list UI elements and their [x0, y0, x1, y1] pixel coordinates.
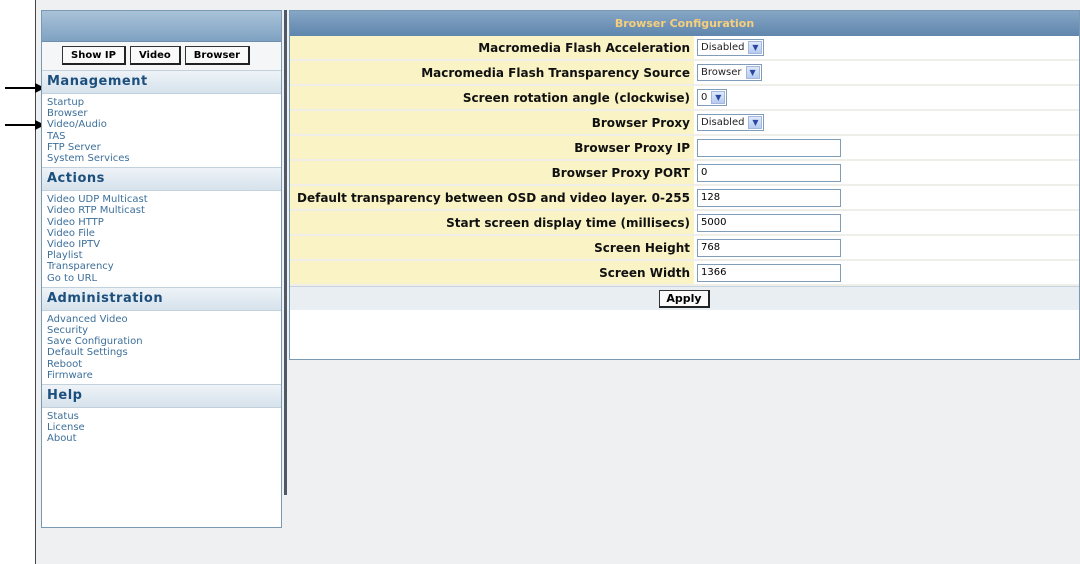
apply-bar: Apply [290, 286, 1079, 310]
sidebar-item-ftp-server[interactable]: FTP Server [47, 142, 281, 153]
browser-configuration-panel: Browser Configuration Macromedia Flash A… [289, 10, 1080, 360]
sidebar-item-advanced-video[interactable]: Advanced Video [47, 314, 281, 325]
start-screen-display-time-millisecs-input[interactable] [697, 213, 841, 232]
config-control-cell [694, 235, 1079, 261]
browser-proxy-select[interactable]: Disabled ▼ [697, 114, 765, 131]
config-label: Macromedia Flash Transparency Source [290, 60, 694, 86]
section-header-help: Help [42, 384, 281, 409]
screen-height-input[interactable] [697, 238, 841, 257]
config-label: Browser Proxy [290, 110, 694, 136]
sidebar-item-default-settings[interactable]: Default Settings [47, 347, 281, 358]
sidebar-item-transparency[interactable]: Transparency [47, 261, 281, 272]
sidebar-item-license[interactable]: License [47, 422, 281, 433]
section-items-administration: Advanced Video Security Save Configuration… [42, 311, 281, 384]
config-row-screen-width: Screen Width [290, 260, 1079, 286]
section-header-administration: Administration [42, 286, 281, 311]
config-row-screen-rotation-angle-clockwise: Screen rotation angle (clockwise) 0 ▼ [290, 85, 1079, 111]
sidebar-item-tas[interactable]: TAS [47, 131, 281, 142]
config-label: Screen Height [290, 235, 694, 261]
select-value: Disabled [701, 42, 745, 53]
chevron-down-icon[interactable]: ▼ [748, 116, 763, 129]
sidebar-item-browser[interactable]: Browser [47, 108, 281, 119]
config-control-cell [694, 160, 1079, 186]
config-label: Screen rotation angle (clockwise) [290, 85, 694, 111]
config-label: Macromedia Flash Acceleration [290, 36, 694, 61]
apply-button[interactable]: Apply [659, 290, 710, 308]
sidebar: Show IP Video Browser Management Startup B… [41, 10, 282, 528]
chevron-down-icon[interactable]: ▼ [711, 91, 726, 104]
callout-arrow-management [5, 83, 45, 93]
config-control-cell [694, 135, 1079, 161]
config-label: Browser Proxy IP [290, 135, 694, 161]
sidebar-header [42, 11, 281, 42]
section-items-actions: Video UDP Multicast Video RTP Multicast Vi… [42, 191, 281, 287]
macromedia-flash-transparency-source-select[interactable]: Browser ▼ [697, 64, 762, 81]
browser-proxy-port-input[interactable] [697, 163, 841, 182]
config-label: Screen Width [290, 260, 694, 286]
sidebar-item-about[interactable]: About [47, 433, 281, 444]
select-value: 0 [701, 92, 708, 103]
config-control-cell: Disabled ▼ [694, 36, 1079, 61]
section-header-actions: Actions [42, 167, 281, 192]
sidebar-item-video-audio[interactable]: Video/Audio [47, 119, 281, 130]
config-row-start-screen-display-time-millisecs: Start screen display time (millisecs) [290, 210, 1079, 236]
sidebar-item-video-udp-multicast[interactable]: Video UDP Multicast [47, 194, 281, 205]
sidebar-item-status[interactable]: Status [47, 411, 281, 422]
section-header-management: Management [42, 70, 281, 94]
config-control-cell: Browser ▼ [694, 60, 1079, 86]
sidebar-item-save-configuration[interactable]: Save Configuration [47, 336, 281, 347]
config-row-macromedia-flash-transparency-source: Macromedia Flash Transparency Source Brow… [290, 60, 1079, 86]
macromedia-flash-acceleration-select[interactable]: Disabled ▼ [697, 39, 765, 56]
section-items-help: Status License About [42, 408, 281, 448]
config-label: Start screen display time (millisecs) [290, 210, 694, 236]
config-label: Browser Proxy PORT [290, 160, 694, 186]
config-control-cell: Disabled ▼ [694, 110, 1079, 136]
browser-button[interactable]: Browser [184, 46, 251, 65]
config-label: Default transparency between OSD and vid… [290, 185, 694, 211]
chevron-down-icon[interactable]: ▼ [745, 66, 760, 79]
section-items-management: Startup Browser Video/Audio TAS FTP Server Sy… [42, 94, 281, 167]
default-transparency-between-osd-and-video-layer-0-255-input[interactable] [697, 188, 841, 207]
frame-divider[interactable] [284, 10, 287, 495]
show-ip-button[interactable]: Show IP [62, 46, 126, 65]
sidebar-item-video-file[interactable]: Video File [47, 228, 281, 239]
config-row-browser-proxy-port: Browser Proxy PORT [290, 160, 1079, 186]
callout-arrow-browser [5, 120, 45, 130]
screen-rotation-angle-clockwise-select[interactable]: 0 ▼ [697, 89, 728, 106]
config-row-screen-height: Screen Height [290, 235, 1079, 261]
config-table: Macromedia Flash Acceleration Disabled ▼ Ma… [290, 36, 1079, 286]
config-control-cell [694, 210, 1079, 236]
sidebar-item-playlist[interactable]: Playlist [47, 250, 281, 261]
sidebar-item-go-to-url[interactable]: Go to URL [47, 273, 281, 284]
browser-proxy-ip-input[interactable] [697, 138, 841, 157]
config-control-cell [694, 260, 1079, 286]
config-row-browser-proxy: Browser Proxy Disabled ▼ [290, 110, 1079, 136]
chevron-down-icon[interactable]: ▼ [748, 41, 763, 54]
sidebar-item-startup[interactable]: Startup [47, 97, 281, 108]
sidebar-button-bar: Show IP Video Browser [42, 42, 281, 70]
sidebar-item-reboot[interactable]: Reboot [47, 359, 281, 370]
config-control-cell: 0 ▼ [694, 85, 1079, 111]
sidebar-item-video-iptv[interactable]: Video IPTV [47, 239, 281, 250]
panel-title: Browser Configuration [290, 11, 1079, 36]
sidebar-item-system-services[interactable]: System Services [47, 153, 281, 164]
config-row-macromedia-flash-acceleration: Macromedia Flash Acceleration Disabled ▼ [290, 36, 1079, 61]
select-value: Browser [701, 67, 742, 78]
sidebar-item-video-http[interactable]: Video HTTP [47, 217, 281, 228]
sidebar-item-firmware[interactable]: Firmware [47, 370, 281, 381]
sidebar-item-video-rtp-multicast[interactable]: Video RTP Multicast [47, 205, 281, 216]
config-row-default-transparency-between-osd-and-video-layer-0-255: Default transparency between OSD and vid… [290, 185, 1079, 211]
sidebar-item-security[interactable]: Security [47, 325, 281, 336]
config-control-cell [694, 185, 1079, 211]
config-row-browser-proxy-ip: Browser Proxy IP [290, 135, 1079, 161]
select-value: Disabled [701, 117, 745, 128]
video-button[interactable]: Video [129, 46, 181, 65]
screen-width-input[interactable] [697, 263, 841, 282]
sidebar-menu: Management Startup Browser Video/Audio TAS FT… [42, 70, 281, 448]
